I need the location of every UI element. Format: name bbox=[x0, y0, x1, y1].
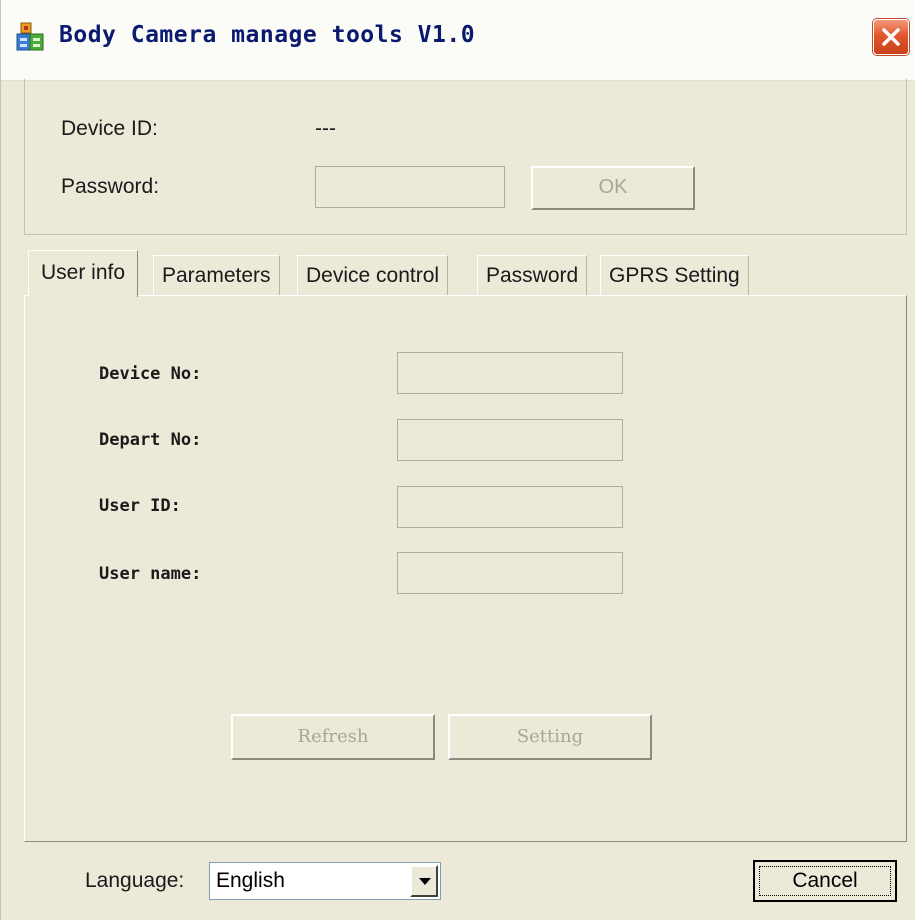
refresh-button[interactable]: Refresh bbox=[231, 714, 435, 760]
setting-button[interactable]: Setting bbox=[448, 714, 652, 760]
language-select[interactable]: English bbox=[209, 862, 441, 900]
tab-password[interactable]: Password bbox=[477, 255, 588, 295]
password-field[interactable] bbox=[315, 166, 505, 208]
device-no-label: Device No: bbox=[99, 364, 202, 384]
depart-no-field[interactable] bbox=[397, 419, 623, 461]
language-value: English bbox=[216, 869, 285, 892]
ok-button[interactable]: OK bbox=[531, 166, 695, 210]
user-name-label: User name: bbox=[99, 564, 202, 584]
close-button[interactable] bbox=[873, 19, 909, 55]
main-window: Body Camera manage tools V1.0 Device ID:… bbox=[0, 0, 915, 920]
user-id-field[interactable] bbox=[397, 486, 623, 528]
cancel-button[interactable]: Cancel bbox=[753, 860, 897, 902]
tab-gprs-setting[interactable]: GPRS Setting bbox=[600, 255, 749, 295]
device-no-field[interactable] bbox=[397, 352, 623, 394]
login-group bbox=[24, 79, 907, 235]
title-bar[interactable]: Body Camera manage tools V1.0 bbox=[1, 0, 915, 81]
tab-device-control[interactable]: Device control bbox=[297, 255, 449, 295]
user-name-field[interactable] bbox=[397, 552, 623, 594]
chevron-down-icon bbox=[419, 878, 431, 885]
language-label: Language: bbox=[85, 869, 185, 892]
app-icon bbox=[15, 22, 45, 52]
user-id-label: User ID: bbox=[99, 496, 181, 516]
window-title: Body Camera manage tools V1.0 bbox=[59, 22, 476, 48]
cancel-label: Cancel bbox=[792, 869, 858, 892]
device-id-label: Device ID: bbox=[61, 117, 158, 140]
device-id-value: --- bbox=[315, 117, 336, 140]
tab-user-info[interactable]: User info bbox=[28, 250, 139, 297]
dropdown-button[interactable] bbox=[410, 865, 438, 897]
depart-no-label: Depart No: bbox=[99, 430, 202, 450]
tab-parameters[interactable]: Parameters bbox=[153, 255, 280, 295]
password-label: Password: bbox=[61, 175, 160, 198]
